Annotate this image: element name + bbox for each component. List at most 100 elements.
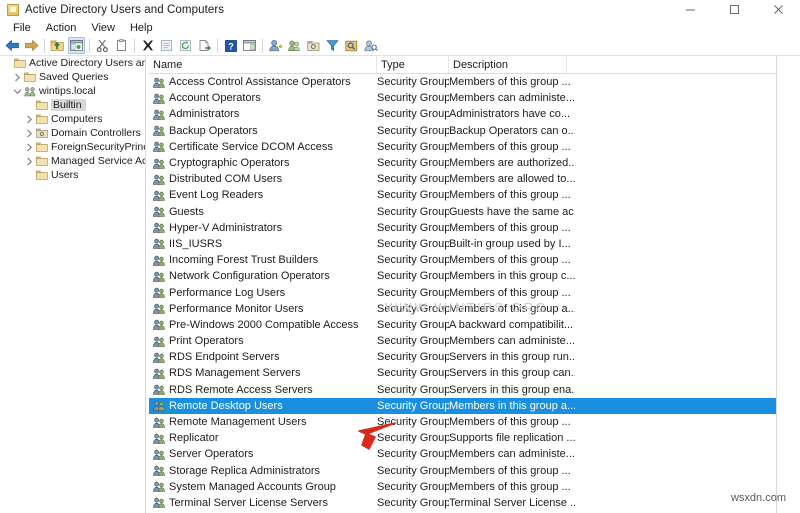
tree-node-label: Users: [51, 169, 79, 181]
find-icon[interactable]: [343, 37, 360, 54]
toolbar: ?: [0, 36, 800, 56]
menu-item-view[interactable]: View: [84, 21, 123, 35]
chevron-right-icon[interactable]: [12, 71, 23, 83]
cell-type: Security Group...: [377, 189, 449, 202]
table-row[interactable]: IIS_IUSRS Security Group...Built-in group…: [149, 236, 776, 252]
cell-description: Guests have the same ac...: [449, 205, 575, 218]
table-row[interactable]: Administrators Security Group...Administr…: [149, 106, 776, 122]
table-row[interactable]: Network Configuration Operators Security …: [149, 268, 776, 284]
menu-item-action[interactable]: Action: [39, 21, 85, 35]
cell-name: Performance Log Users: [149, 287, 377, 299]
table-row[interactable]: Certificate Service DCOM Access Security …: [149, 139, 776, 155]
table-row[interactable]: Event Log Readers Security Group...Member…: [149, 187, 776, 203]
delete-icon[interactable]: [139, 37, 156, 54]
table-row[interactable]: Terminal Server License Servers Security …: [149, 495, 776, 511]
list-view-pane[interactable]: Name Type Description Access Control Ass…: [149, 56, 776, 513]
table-row[interactable]: Backup Operators Security Group...Backup …: [149, 123, 776, 139]
table-row[interactable]: Remote Management Users Security Group...…: [149, 414, 776, 430]
tree-node-saved-queries[interactable]: Saved Queries: [0, 70, 145, 84]
cell-description: Members can administe...: [449, 335, 575, 348]
table-row[interactable]: Performance Monitor Users Security Group.…: [149, 301, 776, 317]
table-row[interactable]: RDS Endpoint Servers Security Group...Ser…: [149, 349, 776, 365]
table-row[interactable]: Storage Replica Administrators Security G…: [149, 463, 776, 479]
tree-node-users[interactable]: Users: [0, 168, 145, 182]
table-row[interactable]: Guests Security Group...Guests have the s…: [149, 204, 776, 220]
cell-name: Event Log Readers: [149, 189, 377, 201]
menu-item-file[interactable]: File: [6, 21, 39, 35]
tree-node-domain-controllers[interactable]: Domain Controllers: [0, 126, 145, 140]
table-row[interactable]: Print Operators Security Group...Members …: [149, 333, 776, 349]
up-one-level-icon[interactable]: [49, 37, 66, 54]
saved-query-icon[interactable]: [362, 37, 379, 54]
cell-type: Security Group...: [377, 351, 449, 364]
table-row[interactable]: Remote Desktop Users Security Group...Mem…: [149, 397, 776, 414]
security-group-icon: [153, 142, 165, 153]
security-group-icon: [153, 109, 165, 120]
properties-icon[interactable]: [158, 37, 175, 54]
cut-icon[interactable]: [94, 37, 111, 54]
tree-node-active-directory-users-and-computers[interactable]: Active Directory Users and Com: [0, 56, 145, 70]
chevron-down-icon[interactable]: [12, 85, 23, 97]
toolbar-separator: [134, 38, 135, 53]
cell-type: Security Group...: [377, 76, 449, 89]
cell-name: RDS Management Servers: [149, 367, 377, 379]
tree-node-computers[interactable]: Computers: [0, 112, 145, 126]
cell-type: Security Group...: [377, 254, 449, 267]
row-name-text: Access Control Assistance Operators: [169, 76, 351, 89]
chevron-right-icon[interactable]: [24, 155, 35, 167]
tree-node-managed-service-accounts[interactable]: Managed Service Accoun: [0, 154, 145, 168]
security-group-icon: [153, 449, 165, 460]
table-row[interactable]: Hyper-V Administrators Security Group...M…: [149, 220, 776, 236]
tree-node-builtin[interactable]: Builtin: [0, 98, 145, 112]
table-row[interactable]: Account Operators Security Group...Member…: [149, 90, 776, 106]
show-hide-console-tree-icon[interactable]: [68, 37, 85, 54]
column-header-description[interactable]: Description: [449, 56, 567, 73]
cell-description: Servers in this group run...: [449, 351, 575, 364]
cell-type: Security Group...: [377, 318, 449, 331]
tree-node-wintips-local[interactable]: wintips.local: [0, 84, 145, 98]
table-row[interactable]: System Managed Accounts Group Security Gr…: [149, 479, 776, 495]
show-hide-action-pane-icon[interactable]: [241, 37, 258, 54]
table-row[interactable]: Incoming Forest Trust Builders Security G…: [149, 252, 776, 268]
minimize-button[interactable]: [668, 0, 712, 19]
help-icon[interactable]: ?: [222, 37, 239, 54]
new-organizational-unit-icon[interactable]: [305, 37, 322, 54]
table-row[interactable]: Access Control Assistance Operators Secur…: [149, 74, 776, 90]
cell-type: Security Group...: [377, 399, 449, 412]
table-row[interactable]: Replicator Security Group...Supports file…: [149, 430, 776, 446]
console-tree-pane[interactable]: Active Directory Users and Com Saved Que…: [0, 56, 145, 513]
column-header-name[interactable]: Name: [149, 56, 377, 73]
security-group-icon: [153, 384, 165, 395]
right-pane-edge: [776, 56, 800, 513]
forward-icon[interactable]: [23, 37, 40, 54]
tree-node-foreignsecurityprincipals[interactable]: ForeignSecurityPrincipals: [0, 140, 145, 154]
filter-icon[interactable]: [324, 37, 341, 54]
menu-item-help[interactable]: Help: [123, 21, 161, 35]
cell-description: Members are authorized...: [449, 157, 575, 170]
chevron-right-icon[interactable]: [24, 141, 35, 153]
cell-name: Print Operators: [149, 335, 377, 347]
maximize-button[interactable]: [712, 0, 756, 19]
table-row[interactable]: Performance Log Users Security Group...Me…: [149, 284, 776, 300]
back-icon[interactable]: [4, 37, 21, 54]
export-list-icon[interactable]: [196, 37, 213, 54]
table-row[interactable]: Distributed COM Users Security Group...Me…: [149, 171, 776, 187]
table-row[interactable]: Server Operators Security Group...Members…: [149, 446, 776, 462]
cell-name: Incoming Forest Trust Builders: [149, 254, 377, 266]
refresh-icon[interactable]: [177, 37, 194, 54]
security-group-icon: [153, 352, 165, 363]
column-header-type[interactable]: Type: [377, 56, 449, 73]
table-row[interactable]: RDS Management Servers Security Group...S…: [149, 365, 776, 381]
cell-description: Members in this group c...: [449, 270, 575, 283]
close-button[interactable]: [756, 0, 800, 19]
cell-description: Members of this group ...: [449, 464, 571, 477]
new-user-icon[interactable]: [267, 37, 284, 54]
table-row[interactable]: RDS Remote Access Servers Security Group.…: [149, 382, 776, 398]
table-row[interactable]: Pre-Windows 2000 Compatible Access Securi…: [149, 317, 776, 333]
copy-icon[interactable]: [113, 37, 130, 54]
chevron-right-icon[interactable]: [24, 113, 35, 125]
new-group-icon[interactable]: [286, 37, 303, 54]
cell-name: Distributed COM Users: [149, 173, 377, 185]
chevron-right-icon[interactable]: [24, 127, 35, 139]
table-row[interactable]: Cryptographic Operators Security Group...…: [149, 155, 776, 171]
